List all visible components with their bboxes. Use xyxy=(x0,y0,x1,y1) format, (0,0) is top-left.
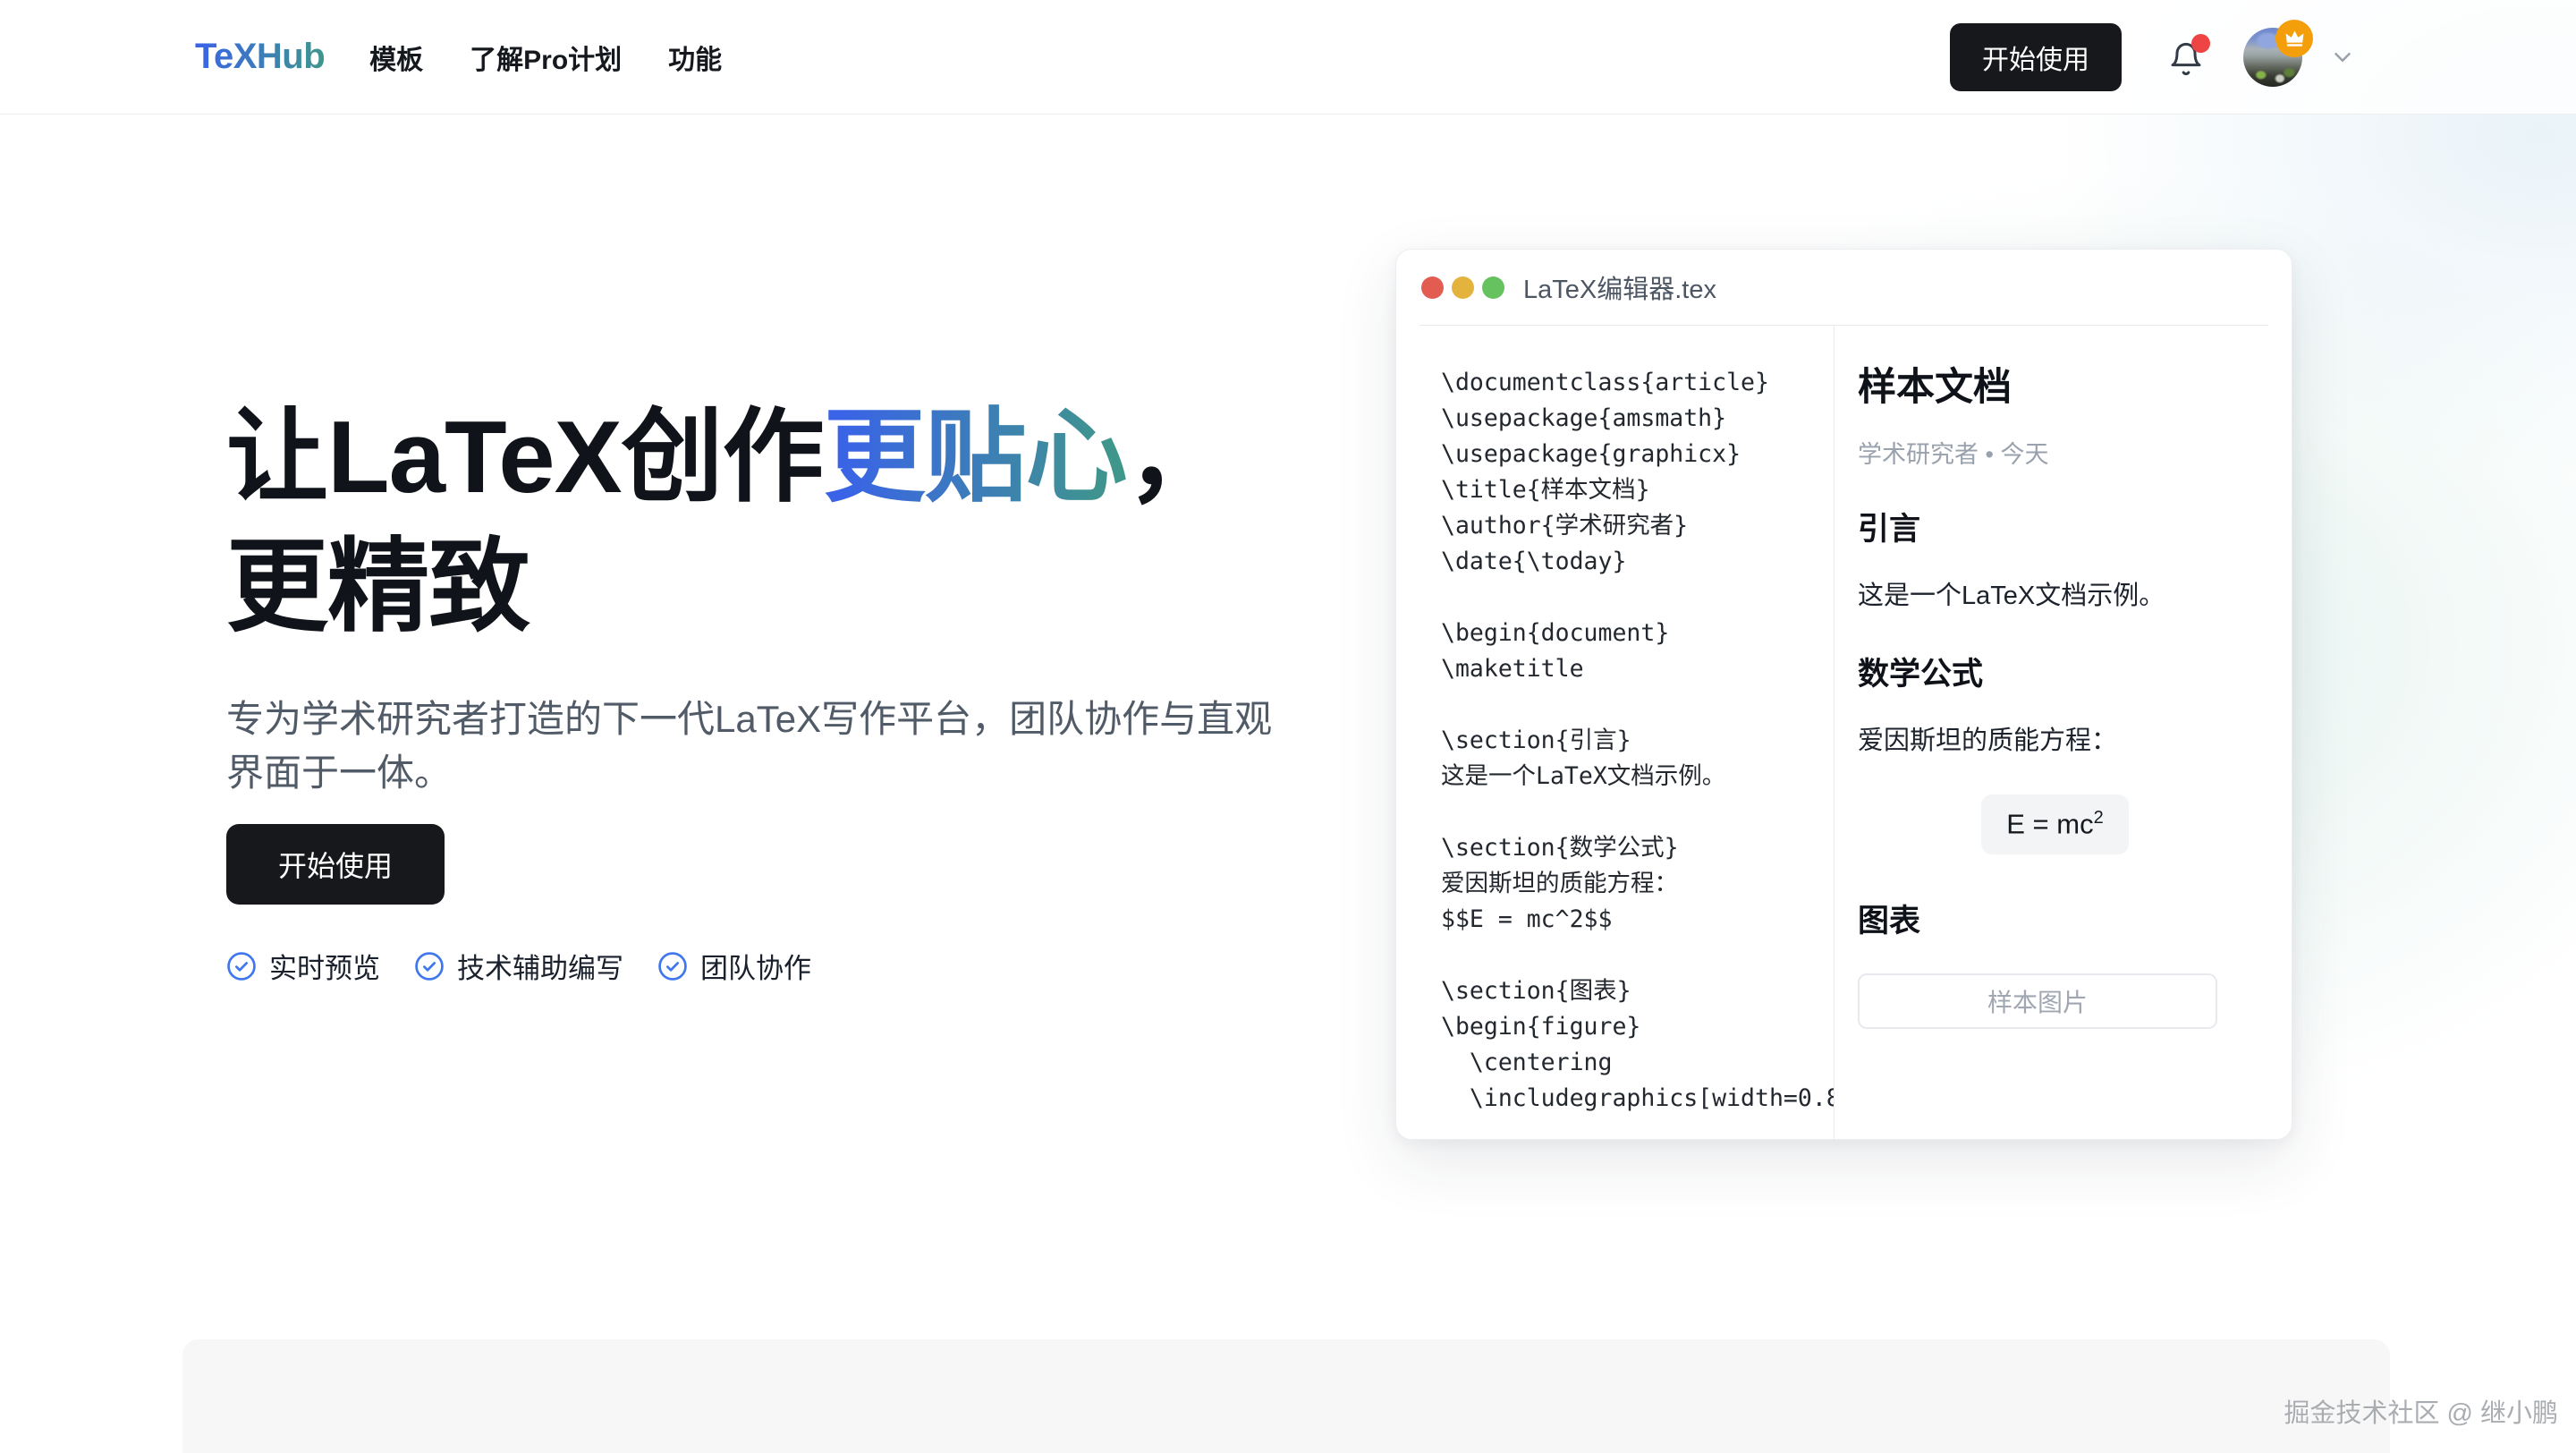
code-line: \maketitle xyxy=(1441,651,1834,687)
code-line: \begin{document} xyxy=(1441,616,1834,651)
feature-item: 实时预览 xyxy=(226,946,380,986)
check-circle-icon xyxy=(226,951,257,981)
code-line xyxy=(1441,687,1834,723)
page: TeXHub 模板了解Pro计划功能 开始使用 让LaTeX xyxy=(0,0,2576,1453)
window-titlebar: LaTeX编辑器.tex xyxy=(1396,250,2292,325)
code-line: \usepackage{graphicx} xyxy=(1441,437,1834,472)
code-line: 这是一个LaTeX文档示例。 xyxy=(1441,759,1834,794)
hero-get-started-button[interactable]: 开始使用 xyxy=(226,824,445,905)
notification-badge xyxy=(2191,34,2210,53)
code-line: $$E = mc^2$$ xyxy=(1441,902,1834,938)
notifications-button[interactable] xyxy=(2168,37,2206,78)
hero-title-highlight: 更贴心 xyxy=(824,401,1127,514)
code-line: \centering xyxy=(1441,1045,1834,1081)
feature-label: 技术辅助编写 xyxy=(457,946,623,986)
code-editor-pane[interactable]: \documentclass{article}\usepackage{amsma… xyxy=(1396,326,1834,1139)
figure-placeholder: 样本图片 xyxy=(1858,973,2217,1029)
feature-list: 实时预览 技术辅助编写 团队协作 xyxy=(226,946,1362,986)
nav-item[interactable]: 功能 xyxy=(668,38,722,77)
pro-crown-badge xyxy=(2275,20,2313,57)
preview-heading-math: 数学公式 xyxy=(1858,649,2252,694)
window-title: LaTeX编辑器.tex xyxy=(1523,268,1716,306)
code-line: \section{图表} xyxy=(1441,973,1834,1009)
hero-title-part1: 让LaTeX创作 xyxy=(226,401,824,514)
code-line: \usepackage{amsmath} xyxy=(1441,401,1834,437)
code-line: \date{\today} xyxy=(1441,544,1834,580)
feature-label: 团队协作 xyxy=(700,946,811,986)
user-menu[interactable] xyxy=(2243,28,2302,87)
hero-title: 让LaTeX创作更贴心， 更精致 xyxy=(226,394,1362,653)
code-line: \section{引言} xyxy=(1441,723,1834,759)
code-line: \begin{figure} xyxy=(1441,1009,1834,1045)
code-line xyxy=(1441,794,1834,830)
formula-superscript: 2 xyxy=(2094,808,2104,828)
preview-byline: 学术研究者 • 今天 xyxy=(1858,435,2252,470)
preview-pane: 样本文档 学术研究者 • 今天 引言 这是一个LaTeX文档示例。 数学公式 爱… xyxy=(1835,326,2292,1139)
preview-doc-title: 样本文档 xyxy=(1858,356,2252,412)
hero-subtitle: 专为学术研究者打造的下一代LaTeX写作平台，团队协作与直观界面于一体。 xyxy=(226,693,1282,802)
hero-title-line2: 更精致 xyxy=(226,531,530,644)
preview-heading-intro: 引言 xyxy=(1858,504,2252,549)
feature-label: 实时预览 xyxy=(269,946,380,986)
check-circle-icon xyxy=(414,951,445,981)
chevron-down-icon[interactable] xyxy=(2329,44,2356,71)
code-line: \section{数学公式} xyxy=(1441,830,1834,866)
next-section-panel xyxy=(182,1339,2390,1453)
window-zoom-dot xyxy=(1482,276,1504,299)
code-line: \title{样本文档} xyxy=(1441,472,1834,508)
hero-title-comma: ， xyxy=(1127,401,1228,514)
window-minimize-dot xyxy=(1452,276,1474,299)
window-close-dot xyxy=(1421,276,1444,299)
nav-item[interactable]: 了解Pro计划 xyxy=(470,38,622,77)
nav-item[interactable]: 模板 xyxy=(369,38,423,77)
code-line xyxy=(1441,938,1834,973)
brand-logo[interactable]: TeXHub xyxy=(195,37,325,77)
formula-row: E = mc2 xyxy=(1858,794,2252,854)
code-line: \includegraphics[width=0.8 xyxy=(1441,1081,1834,1117)
latex-editor-window: LaTeX编辑器.tex \documentclass{article}\use… xyxy=(1395,249,2292,1140)
formula-box: E = mc2 xyxy=(1981,794,2128,854)
crown-icon xyxy=(2283,26,2307,50)
code-line: 爱因斯坦的质能方程： xyxy=(1441,866,1834,902)
preview-intro-text: 这是一个LaTeX文档示例。 xyxy=(1858,578,2252,615)
main-nav: 模板 了解Pro计划 功能 xyxy=(369,38,722,77)
figure-placeholder-label: 样本图片 xyxy=(1987,983,2088,1019)
editor-panes: \documentclass{article}\usepackage{amsma… xyxy=(1396,326,2292,1139)
hero-section: 让LaTeX创作更贴心， 更精致 专为学术研究者打造的下一代LaTeX写作平台，团… xyxy=(226,394,1362,986)
navbar: TeXHub 模板 了解Pro计划 功能 开始使用 xyxy=(0,0,2576,115)
check-circle-icon xyxy=(657,951,688,981)
feature-item: 团队协作 xyxy=(657,946,811,986)
preview-math-text: 爱因斯坦的质能方程： xyxy=(1858,723,2252,760)
formula-base: E = mc xyxy=(2006,809,2093,840)
feature-item: 技术辅助编写 xyxy=(414,946,623,986)
code-line: \documentclass{article} xyxy=(1441,365,1834,401)
preview-heading-figure: 图表 xyxy=(1858,896,2252,941)
nav-get-started-button[interactable]: 开始使用 xyxy=(1950,23,2122,91)
code-line: \author{学术研究者} xyxy=(1441,508,1834,544)
code-line xyxy=(1441,580,1834,616)
watermark: 掘金技术社区 @ 继小鹏 xyxy=(2284,1392,2558,1430)
